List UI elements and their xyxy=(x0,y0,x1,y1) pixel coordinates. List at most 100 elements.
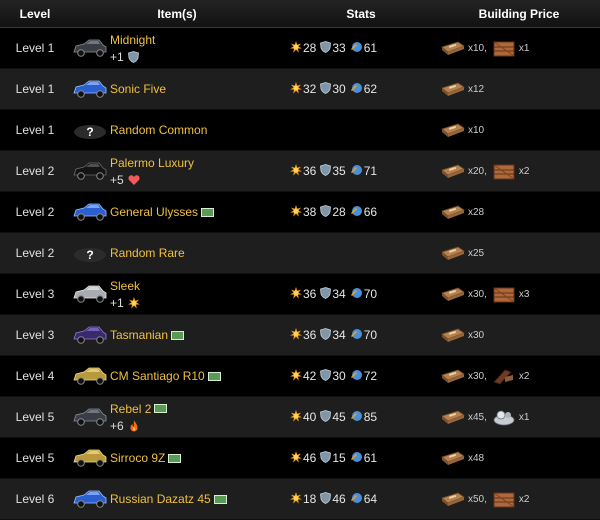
heart-icon xyxy=(128,174,140,186)
item-cell: Tasmanian xyxy=(70,324,284,346)
item-bonus: +1 xyxy=(110,50,155,64)
attack-stat: 46 xyxy=(290,450,316,466)
part-crate-icon xyxy=(440,163,466,179)
wooden-crate-icon xyxy=(491,163,517,180)
gold-car-icon xyxy=(72,365,108,387)
defense-icon xyxy=(320,368,332,384)
part-crate-icon xyxy=(440,327,466,343)
stats-cell: 36 35 71 xyxy=(284,163,438,179)
fire-icon xyxy=(128,420,140,432)
part-crate-icon xyxy=(440,81,466,97)
header-building-price: Building Price xyxy=(478,6,560,21)
attack-stat: 36 xyxy=(290,163,316,179)
attack-stat: 36 xyxy=(290,327,316,343)
item-bonus: +1 xyxy=(110,296,140,310)
attack-icon xyxy=(290,491,303,507)
item-name[interactable]: Sleek xyxy=(110,279,140,293)
attack-icon xyxy=(290,286,303,302)
blue-car-icon xyxy=(72,488,108,510)
part-crate-icon xyxy=(440,245,466,261)
purple-car-icon xyxy=(72,324,108,346)
item-name[interactable]: Random Rare xyxy=(110,246,185,260)
total-icon xyxy=(350,410,364,425)
item-name[interactable]: CM Santiago R10 xyxy=(110,369,205,383)
item-cell: Sirroco 9Z xyxy=(70,447,284,469)
cash-icon xyxy=(201,207,215,217)
cash-icon xyxy=(168,453,182,463)
attack-stat: 42 xyxy=(290,368,316,384)
item-cell: Sleek +1 xyxy=(70,279,284,310)
total-stat: 70 xyxy=(350,287,377,302)
attack-stat: 18 xyxy=(290,491,316,507)
total-icon xyxy=(350,205,364,220)
building-price-cell: x10, x1 xyxy=(438,40,600,57)
item-name[interactable]: Random Common xyxy=(110,123,207,137)
attack-icon xyxy=(290,204,303,220)
total-stat: 71 xyxy=(350,164,377,179)
item-cell: ? Random Rare xyxy=(70,242,284,264)
defense-icon xyxy=(320,450,332,466)
price-item: x28 xyxy=(440,204,484,220)
mystery-car-icon: ? xyxy=(72,119,108,141)
building-table: Level Item(s) Stats Building Price Level… xyxy=(0,0,600,520)
part-crate-icon xyxy=(440,204,466,220)
stats-cell: 18 46 64 xyxy=(284,491,438,507)
table-row: Level 1? Random Common x10 xyxy=(0,110,600,151)
building-price-cell: x10 xyxy=(438,122,600,138)
price-item: x30, xyxy=(440,368,487,384)
defense-stat: 30 xyxy=(320,368,346,384)
table-row: Level 3 Sleek +1 36 34 70 x30, x3 xyxy=(0,274,600,315)
attack-icon xyxy=(290,163,303,179)
defense-icon xyxy=(320,81,332,97)
defense-stat: 46 xyxy=(320,491,346,507)
building-price-cell: x30, x3 xyxy=(438,286,600,303)
price-item: x2 xyxy=(491,368,529,385)
item-name[interactable]: General Ulysses xyxy=(110,205,198,219)
blue-car-icon xyxy=(72,201,108,223)
price-item: x45, xyxy=(440,409,487,425)
table-row: Level 2 General Ulysses 38 28 66 x28 xyxy=(0,192,600,233)
metal-part-icon xyxy=(491,409,517,426)
part-crate-icon xyxy=(440,368,466,384)
total-stat: 64 xyxy=(350,492,377,507)
item-name[interactable]: Sirroco 9Z xyxy=(110,451,165,465)
attack-stat: 32 xyxy=(290,81,316,97)
price-item: x50, xyxy=(440,491,487,507)
total-stat: 85 xyxy=(350,410,377,425)
item-cell: Rebel 2 +6 xyxy=(70,402,284,433)
item-name[interactable]: Sonic Five xyxy=(110,82,166,96)
level-cell: Level 5 xyxy=(15,451,55,465)
item-bonus: +5 xyxy=(110,173,194,187)
dark-car-icon xyxy=(72,37,108,59)
wooden-crate-icon xyxy=(491,286,517,303)
stats-cell: 36 34 70 xyxy=(284,327,438,343)
item-name[interactable]: Russian Dazatz 45 xyxy=(110,492,211,506)
cash-icon xyxy=(154,404,168,413)
item-name[interactable]: Palermo Luxury xyxy=(110,156,194,170)
defense-icon xyxy=(320,327,332,343)
header-items: Item(s) xyxy=(157,6,197,21)
item-name[interactable]: Rebel 2 xyxy=(110,402,151,416)
part-crate-icon xyxy=(440,122,466,138)
item-name[interactable]: Tasmanian xyxy=(110,328,168,342)
price-item: x10 xyxy=(440,122,484,138)
level-cell: Level 3 xyxy=(15,287,55,301)
table-header: Level Item(s) Stats Building Price xyxy=(0,0,600,28)
header-level: Level xyxy=(19,6,51,21)
table-row: Level 4 CM Santiago R10 42 30 72 x30, x2 xyxy=(0,356,600,397)
part-crate-icon xyxy=(440,409,466,425)
building-price-cell: x48 xyxy=(438,450,600,466)
level-cell: Level 6 xyxy=(15,492,55,506)
attack-stat: 40 xyxy=(290,409,316,425)
building-price-cell: x30, x2 xyxy=(438,368,600,385)
table-row: Level 2? Random Rare x25 xyxy=(0,233,600,274)
attack-icon xyxy=(290,40,303,56)
total-icon xyxy=(350,287,364,302)
building-price-cell: x28 xyxy=(438,204,600,220)
price-item: x12 xyxy=(440,81,484,97)
item-name[interactable]: Midnight xyxy=(110,33,155,47)
svg-text:?: ? xyxy=(86,125,93,139)
price-item: x25 xyxy=(440,245,484,261)
building-price-cell: x45, x1 xyxy=(438,409,600,426)
brown-crate-icon xyxy=(491,491,517,508)
